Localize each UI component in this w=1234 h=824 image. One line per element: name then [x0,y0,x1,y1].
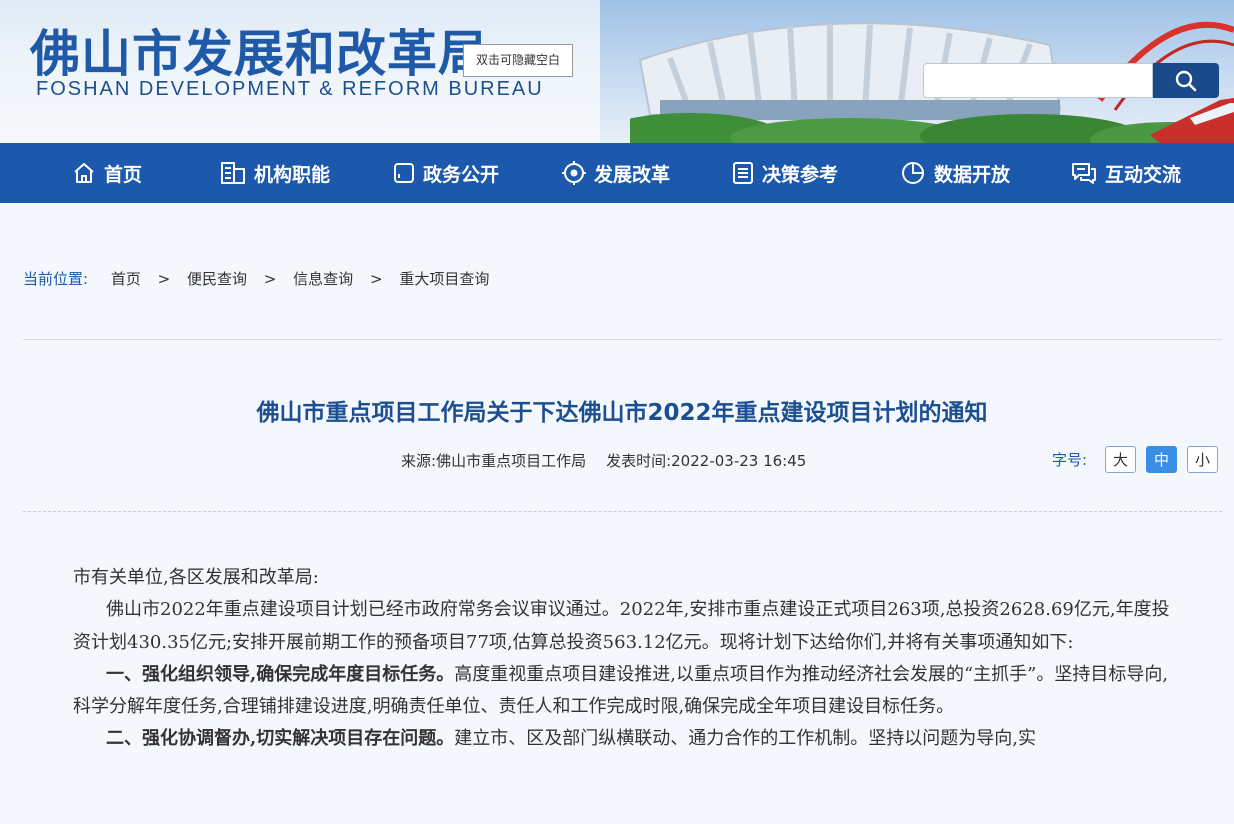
site-header: 佛山市发展和改革局 FOSHAN DEVELOPMENT & REFORM BU… [0,0,1234,143]
document-icon [733,162,753,184]
divider-dashed [23,511,1222,512]
breadcrumb-link-projects[interactable]: 重大项目查询 [399,270,489,288]
nav-item-open-data[interactable]: 数据开放 [900,143,1010,203]
chat-icon [1072,163,1096,184]
paragraph: 二、强化协调督办,切实解决项目存在问题。建立市、区及部门纵横联动、通力合作的工作… [73,723,1173,755]
paragraph-heading: 二、强化协调督办,切实解决项目存在问题。 [106,728,455,750]
site-logo-title: 佛山市发展和改革局 [30,25,489,83]
font-size-label: 字号: [1052,451,1088,469]
divider [23,339,1222,340]
nav-item-label: 发展改革 [594,163,671,186]
breadcrumb-link-home[interactable]: 首页 [111,270,141,288]
target-icon [562,161,586,185]
font-size-small-button[interactable]: 小 [1187,446,1219,473]
nav-item-label: 数据开放 [934,163,1011,186]
source-value: 佛山市重点项目工作局 [436,452,587,470]
source-label: 来源: [401,452,437,470]
nav-item-label: 首页 [104,163,143,186]
nav-item-interaction[interactable]: 互动交流 [1071,143,1181,203]
main-nav: 首页 机构职能 政务公开 发展改革 决策参考 数据开放 互动交流 [0,143,1234,203]
nav-item-government-affairs[interactable]: 政务公开 [393,143,499,203]
home-icon [74,163,94,183]
paragraph: 佛山市2022年重点建设项目计划已经市政府常务会议审议通过。2022年,安排市重… [73,599,1170,653]
nav-item-home[interactable]: 首页 [72,143,142,203]
article-title: 佛山市重点项目工作局关于下达佛山市2022年重点建设项目计划的通知 [256,400,988,426]
nav-item-label: 互动交流 [1105,163,1182,186]
hide-blank-button[interactable]: 双击可隐藏空白 [463,44,573,77]
breadcrumb-link-info[interactable]: 信息查询 [293,270,353,288]
time-label: 发表时间: [606,452,672,470]
pie-chart-icon [902,162,924,184]
paragraph: 一、强化组织领导,确保完成年度目标任务。高度重视重点项目建设推进,以重点项目作为… [73,659,1173,724]
nav-item-label: 机构职能 [254,163,331,186]
breadcrumb-separator: > [157,270,171,288]
nav-item-decision-reference[interactable]: 决策参考 [732,143,838,203]
time-value: 2022-03-23 16:45 [671,452,807,470]
font-size-switcher: 字号: 大 中 小 [1052,446,1219,473]
breadcrumb-label: 当前位置: [23,270,89,288]
nav-item-development-reform[interactable]: 发展改革 [562,143,670,203]
search-button[interactable] [1153,63,1219,98]
article-meta: 来源:佛山市重点项目工作局 发表时间:2022-03-23 16:45 [401,450,806,471]
square-icon [394,163,414,183]
breadcrumb-separator: > [263,270,277,288]
building-icon [221,162,245,184]
paragraph-text: 建立市、区及部门纵横联动、通力合作的工作机制。坚持以问题为导向,实 [454,728,1036,750]
font-size-medium-button[interactable]: 中 [1146,446,1178,473]
search-icon [1175,70,1197,91]
article-body: 市有关单位,各区发展和改革局: 佛山市2022年重点建设项目计划已经市政府常务会… [73,562,1173,756]
nav-item-label: 政务公开 [423,163,500,186]
breadcrumb: 当前位置: 首页 > 便民查询 > 信息查询 > 重大项目查询 [23,268,489,289]
breadcrumb-link-convenience[interactable]: 便民查询 [187,270,247,288]
paragraph-heading: 一、强化组织领导,确保完成年度目标任务。 [106,663,455,685]
search-input[interactable] [923,63,1153,98]
breadcrumb-separator: > [369,270,383,288]
salutation: 市有关单位,各区发展和改革局: [73,567,319,588]
font-size-large-button[interactable]: 大 [1105,446,1137,473]
nav-item-organization[interactable]: 机构职能 [220,143,330,203]
nav-item-label: 决策参考 [762,163,839,186]
site-logo-subtitle: FOSHAN DEVELOPMENT & REFORM BUREAU [36,78,544,100]
